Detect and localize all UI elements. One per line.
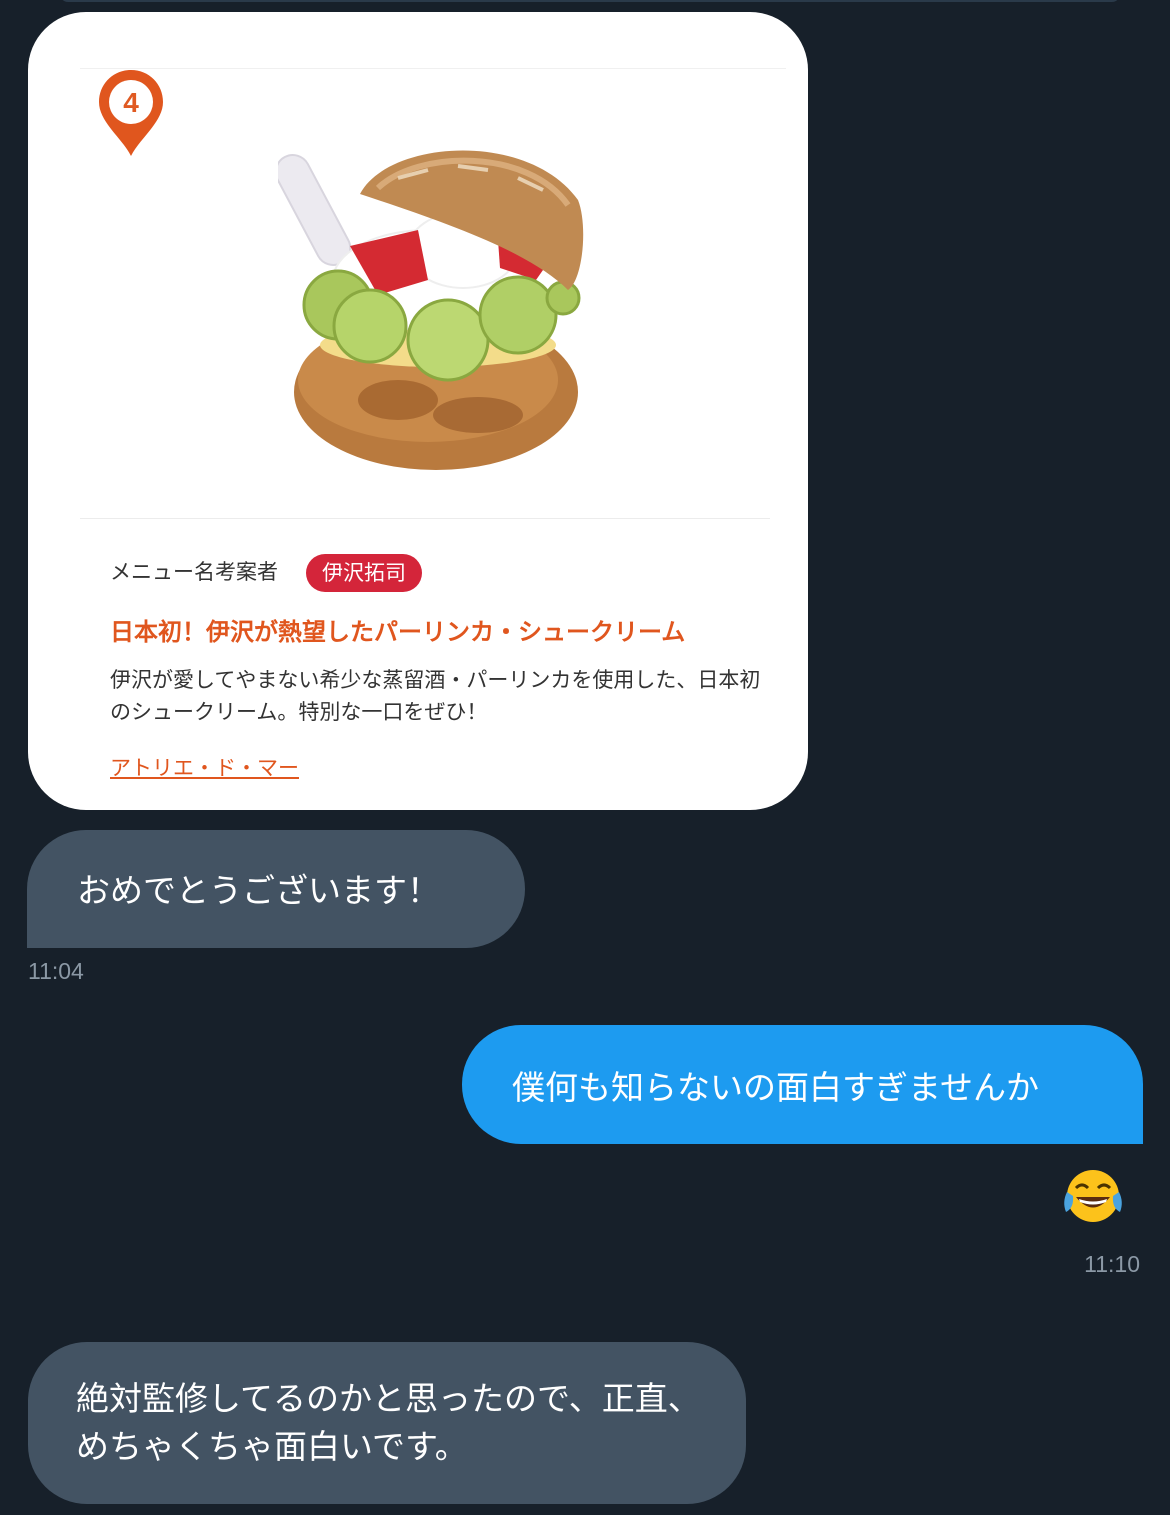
divider (80, 518, 770, 519)
message-timestamp: 11:10 (1084, 1251, 1140, 1277)
shared-menu-card[interactable]: 4 メニュー名考案者 伊沢拓司 日本初！伊沢が熱望したパーリンカ・シュークリーム… (28, 12, 808, 810)
message-bubble-incoming[interactable]: 絶対監修してるのかと思ったので、正直、めちゃくちゃ面白いです。 (28, 1342, 746, 1504)
proposer-name-badge: 伊沢拓司 (306, 554, 422, 592)
message-bubble-incoming[interactable]: おめでとうございます！ (27, 830, 525, 948)
message-bubble-outgoing[interactable]: 僕何も知らないの面白すぎませんか (462, 1025, 1143, 1144)
face-with-tears-of-joy-emoji (1064, 1170, 1122, 1222)
pin-number: 4 (123, 87, 139, 118)
shop-link[interactable]: アトリエ・ド・マー (110, 752, 299, 782)
cream-puff-image (278, 150, 584, 470)
message-timestamp: 11:04 (28, 958, 84, 984)
previous-message-edge (60, 0, 1120, 2)
proposer-label: メニュー名考案者 (110, 560, 278, 584)
menu-description: 伊沢が愛してやまない希少な蒸留酒・パーリンカを使用した、日本初のシュークリーム。… (110, 668, 761, 724)
menu-title: 日本初！伊沢が熱望したパーリンカ・シュークリーム (110, 618, 686, 646)
